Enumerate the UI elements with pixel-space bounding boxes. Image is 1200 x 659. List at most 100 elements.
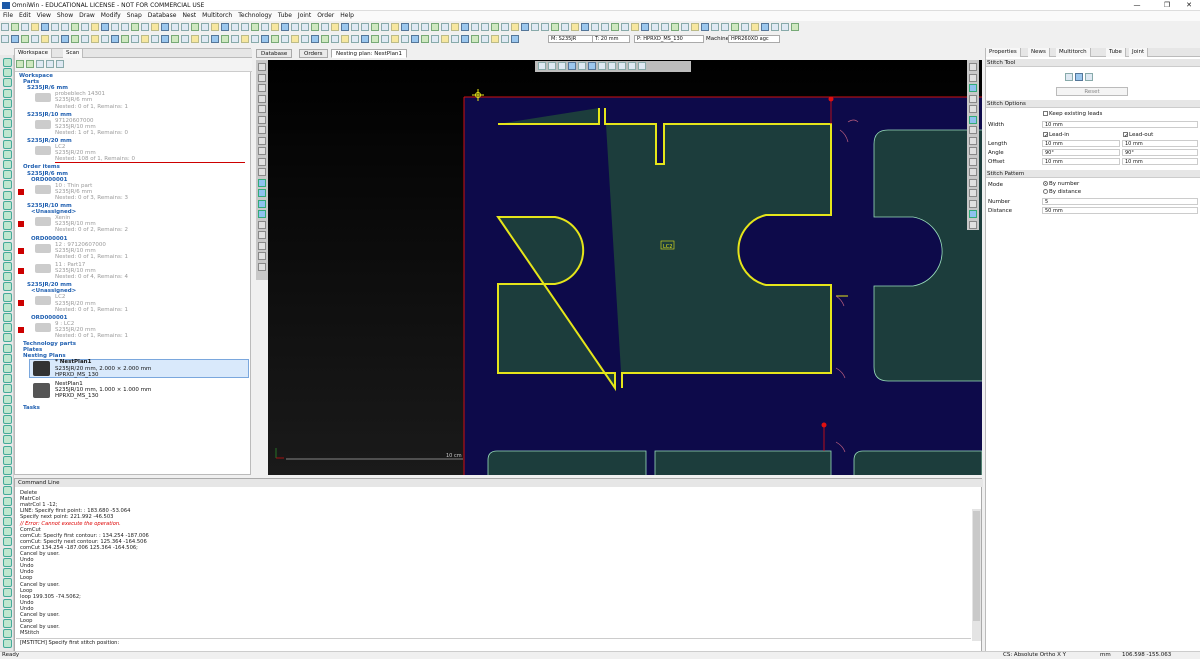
front-view-icon[interactable] — [598, 62, 606, 70]
side-tool-47-icon[interactable] — [3, 537, 12, 547]
offset-in-field[interactable]: 10 mm — [1042, 158, 1120, 165]
side-tool-8-icon[interactable] — [3, 139, 12, 149]
profile-select[interactable]: P: HPRXD_MS_130 — [634, 35, 704, 43]
command-input[interactable]: [MSTITCH] Specify first stitch position: — [16, 638, 971, 646]
tool2-37-icon[interactable] — [371, 35, 379, 43]
tool2-35-icon[interactable] — [351, 35, 359, 43]
side-tool-43-icon[interactable] — [3, 496, 12, 506]
close-button[interactable]: ✕ — [1180, 0, 1198, 11]
side-tool-6-icon[interactable] — [3, 119, 12, 129]
tool-33-icon[interactable] — [331, 23, 339, 31]
side-tool-39-icon[interactable] — [3, 455, 12, 465]
tool-61-icon[interactable] — [611, 23, 619, 31]
part-name[interactable]: Xenin — [55, 215, 70, 221]
tool-16-icon[interactable] — [161, 23, 169, 31]
side-tool-28-icon[interactable] — [3, 343, 12, 353]
tool-62-icon[interactable] — [621, 23, 629, 31]
side-tool-44-icon[interactable] — [3, 506, 12, 516]
side-tool-51-icon[interactable] — [3, 578, 12, 588]
tool2-48-icon[interactable] — [481, 35, 489, 43]
side-tool-16-icon[interactable] — [3, 221, 12, 231]
tool2-0-icon[interactable] — [1, 35, 9, 43]
side-tool-20-icon[interactable] — [3, 262, 12, 271]
side-tool-55-icon[interactable] — [3, 619, 12, 628]
tool2-21-icon[interactable] — [211, 35, 219, 43]
tool2-30-icon[interactable] — [301, 35, 309, 43]
tool2-19-icon[interactable] — [191, 35, 199, 43]
tool-2-icon[interactable] — [21, 23, 29, 31]
tool-69-icon[interactable] — [691, 23, 699, 31]
draw-tool-0-icon[interactable] — [258, 63, 266, 71]
tool-15-icon[interactable] — [151, 23, 159, 31]
menu-file[interactable]: File — [0, 11, 16, 21]
part-name[interactable]: LC2 — [55, 144, 65, 150]
draw-tool-6-icon[interactable] — [258, 126, 266, 134]
plan-name[interactable]: NestPlan1 — [55, 381, 83, 387]
tool2-34-icon[interactable] — [341, 35, 349, 43]
tool2-23-icon[interactable] — [231, 35, 239, 43]
tool-17-icon[interactable] — [171, 23, 179, 31]
view-tool-5-icon[interactable] — [969, 115, 977, 124]
tool-26-icon[interactable] — [261, 23, 269, 31]
draw-tool-13-icon[interactable] — [258, 199, 266, 208]
tool-53-icon[interactable] — [531, 23, 539, 31]
tool2-41-icon[interactable] — [411, 35, 419, 43]
tool-47-icon[interactable] — [471, 23, 479, 31]
tool-43-icon[interactable] — [431, 23, 439, 31]
add-part-icon[interactable] — [26, 60, 34, 68]
tool2-39-icon[interactable] — [391, 35, 399, 43]
tool2-6-icon[interactable] — [61, 35, 69, 43]
tab-database[interactable]: Database — [256, 49, 293, 58]
tree-subgroup[interactable]: ORD000001 — [31, 315, 67, 321]
draw-tool-10-icon[interactable] — [258, 168, 266, 176]
menu-database[interactable]: Database — [145, 11, 180, 21]
side-tool-18-icon[interactable] — [3, 241, 12, 251]
side-tool-22-icon[interactable] — [3, 282, 12, 292]
tool2-12-icon[interactable] — [121, 35, 129, 43]
draw-tool-1-icon[interactable] — [258, 73, 266, 82]
view-tool-0-icon[interactable] — [969, 63, 977, 71]
part-name[interactable]: 97120607000 — [55, 118, 94, 124]
tool-13-icon[interactable] — [131, 23, 139, 31]
tree-nesting-plans[interactable]: Nesting Plans — [23, 353, 66, 359]
tool2-33-icon[interactable] — [331, 35, 339, 43]
side-tool-10-icon[interactable] — [3, 160, 12, 169]
length-in-field[interactable]: 10 mm — [1042, 140, 1120, 147]
tool-46-icon[interactable] — [461, 23, 469, 31]
distance-field[interactable]: 50 mm — [1042, 207, 1198, 214]
tool2-20-icon[interactable] — [201, 35, 209, 43]
tool-55-icon[interactable] — [551, 23, 559, 31]
menu-technology[interactable]: Technology — [235, 11, 275, 21]
tree-group[interactable]: S235JR/6 mm — [27, 85, 68, 91]
menu-multitorch[interactable]: Multitorch — [199, 11, 235, 21]
tool-18-icon[interactable] — [181, 23, 189, 31]
tool-4-icon[interactable] — [41, 23, 49, 31]
menu-view[interactable]: View — [34, 11, 54, 21]
tree-group[interactable]: S235JR/10 mm — [27, 112, 72, 118]
tool-12-icon[interactable] — [121, 23, 129, 31]
menu-show[interactable]: Show — [54, 11, 76, 21]
tool2-43-icon[interactable] — [431, 35, 439, 43]
keep-leads-checkbox[interactable]: Keep existing leads — [1043, 111, 1102, 117]
nesting-canvas[interactable]: LC2 10 cm — [268, 60, 982, 475]
lead-out-checkbox[interactable]: ✓Lead-out — [1123, 132, 1153, 139]
tool-35-icon[interactable] — [351, 23, 359, 31]
tree-plates[interactable]: Plates — [23, 347, 42, 353]
side-tool-36-icon[interactable] — [3, 425, 12, 435]
grid-icon[interactable] — [548, 62, 556, 70]
tool-21-icon[interactable] — [211, 23, 219, 31]
draw-tool-3-icon[interactable] — [258, 94, 266, 103]
tool-48-icon[interactable] — [481, 23, 489, 31]
tool-77-icon[interactable] — [771, 23, 779, 31]
side-tool-26-icon[interactable] — [3, 323, 12, 333]
draw-tool-7-icon[interactable] — [258, 136, 266, 145]
tool-24-icon[interactable] — [241, 23, 249, 31]
tool2-36-icon[interactable] — [361, 35, 369, 43]
draw-tool-12-icon[interactable] — [258, 189, 266, 197]
lead-in-checkbox[interactable]: ✓Lead-in — [1043, 132, 1069, 139]
side-tool-57-icon[interactable] — [3, 639, 12, 649]
view-tool-14-icon[interactable] — [969, 210, 977, 218]
view-tool-12-icon[interactable] — [969, 189, 977, 197]
tree-subgroup[interactable]: ORD000001 — [31, 236, 67, 242]
part-name[interactable]: 12 : 97120607000 — [55, 242, 106, 248]
